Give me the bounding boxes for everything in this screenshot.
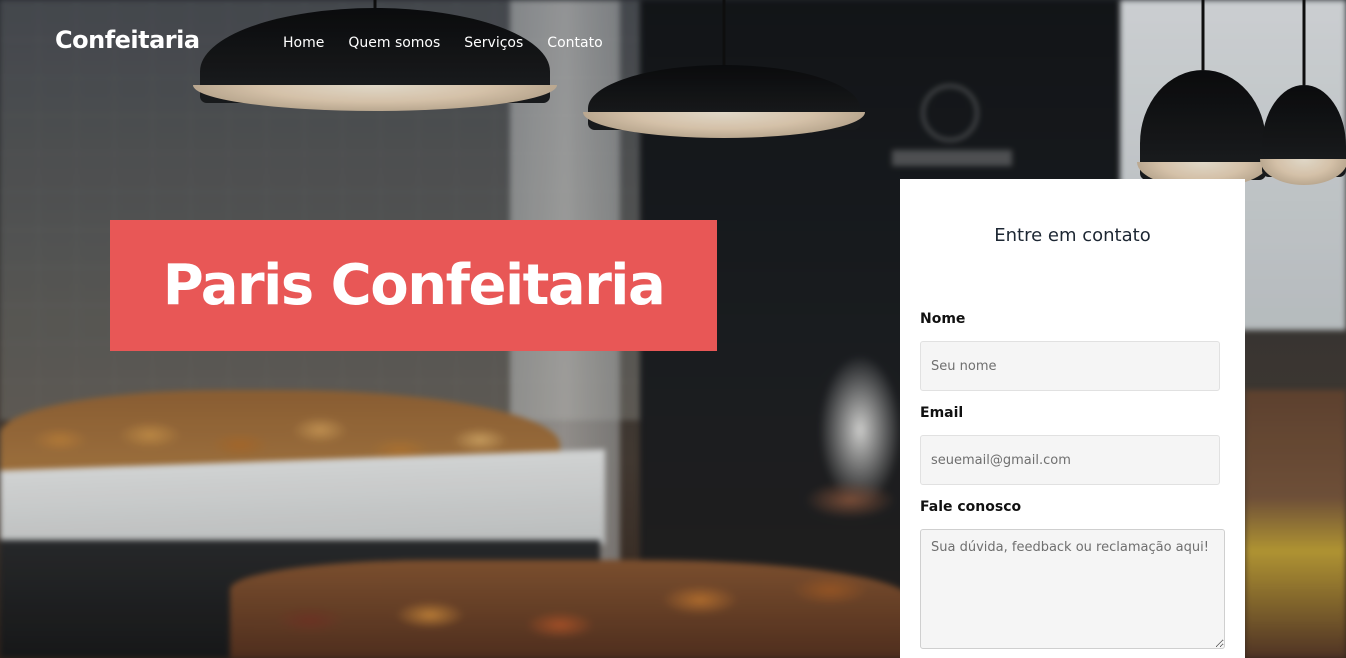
email-label: Email bbox=[920, 405, 964, 421]
message-label: Fale conosco bbox=[920, 499, 1022, 515]
name-label: Nome bbox=[920, 311, 966, 327]
nav-link-contato[interactable]: Contato bbox=[547, 35, 602, 51]
nav-link-quem-somos[interactable]: Quem somos bbox=[348, 35, 440, 51]
nav-link-home[interactable]: Home bbox=[283, 35, 324, 51]
hero-title: Paris Confeitaria bbox=[162, 253, 666, 318]
contact-form: Entre em contato Nome Email Fale conosco bbox=[900, 179, 1245, 658]
hero-title-banner: Paris Confeitaria bbox=[110, 220, 717, 351]
site-header: Confeitaria Home Quem somos Serviços Con… bbox=[0, 0, 1346, 88]
contact-form-title: Entre em contato bbox=[994, 225, 1151, 246]
message-textarea[interactable] bbox=[920, 529, 1225, 649]
nav-link-servicos[interactable]: Serviços bbox=[464, 35, 523, 51]
main-nav: Home Quem somos Serviços Contato bbox=[283, 35, 603, 51]
email-input[interactable] bbox=[920, 435, 1220, 485]
brand-logo[interactable]: Confeitaria bbox=[55, 26, 200, 54]
name-input[interactable] bbox=[920, 341, 1220, 391]
